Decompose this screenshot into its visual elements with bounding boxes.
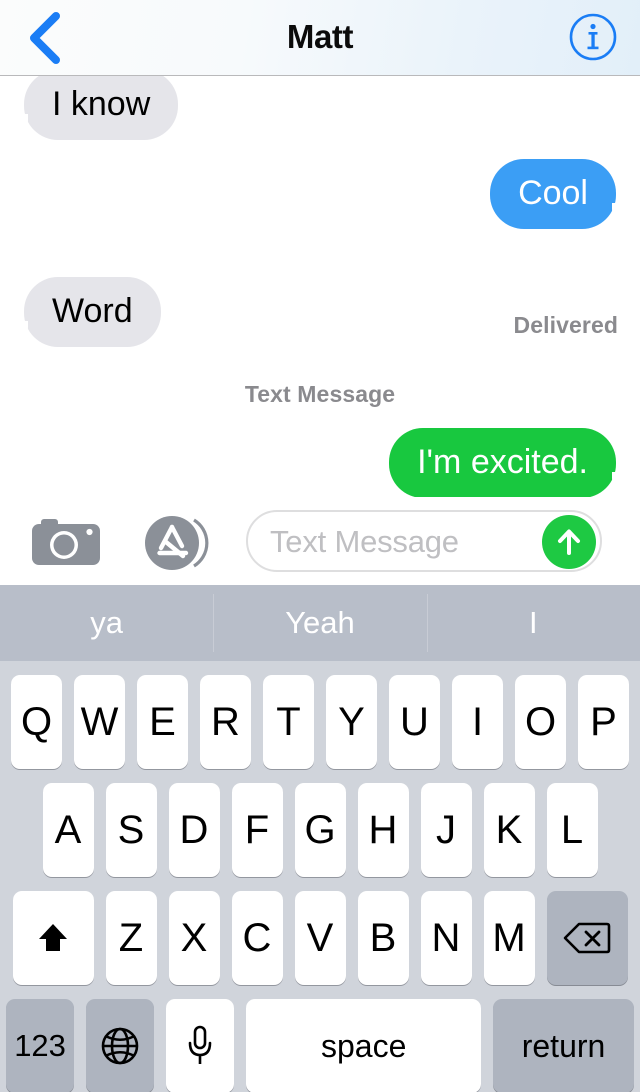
suggestion-item-2[interactable]: Yeah xyxy=(213,585,426,661)
key-e[interactable]: E xyxy=(137,675,188,769)
camera-button[interactable] xyxy=(29,513,103,569)
message-input-field[interactable]: Text Message xyxy=(246,510,602,572)
message-row-outgoing: Cool xyxy=(490,159,630,229)
shift-key[interactable] xyxy=(12,891,94,985)
key-w[interactable]: W xyxy=(74,675,125,769)
dictation-key[interactable] xyxy=(166,999,235,1092)
keyboard-row-4: 123 space return xyxy=(0,999,640,1092)
thread-divider-label: Text Message xyxy=(244,381,396,407)
message-row-incoming: Word xyxy=(10,277,161,347)
return-key[interactable]: return xyxy=(493,999,635,1092)
key-q[interactable]: Q xyxy=(11,675,62,769)
key-m[interactable]: M xyxy=(483,891,535,985)
app-store-button[interactable] xyxy=(140,512,212,574)
arrow-up-icon xyxy=(558,529,580,555)
message-input-placeholder: Text Message xyxy=(270,524,459,559)
space-key[interactable]: space xyxy=(246,999,482,1092)
predictive-suggestion-bar: ya Yeah I xyxy=(0,585,640,661)
numeric-keyboard-key[interactable]: 123 xyxy=(6,999,75,1092)
camera-icon xyxy=(32,519,100,565)
on-screen-keyboard: Q W E R T Y U I O P A S D F G H J K L Z … xyxy=(0,661,640,1092)
key-f[interactable]: F xyxy=(231,783,283,877)
message-bubble-outgoing-sms[interactable]: I'm excited. xyxy=(389,428,630,497)
key-o[interactable]: O xyxy=(515,675,566,769)
message-input-toolbar: Text Message xyxy=(0,497,640,585)
key-l[interactable]: L xyxy=(546,783,598,877)
key-i[interactable]: I xyxy=(452,675,503,769)
key-p[interactable]: P xyxy=(578,675,629,769)
message-row-outgoing: I'm excited. xyxy=(389,428,630,497)
key-b[interactable]: B xyxy=(357,891,409,985)
key-g[interactable]: G xyxy=(294,783,346,877)
key-s[interactable]: S xyxy=(105,783,157,877)
key-k[interactable]: K xyxy=(483,783,535,877)
key-t[interactable]: T xyxy=(263,675,314,769)
navigation-bar: Matt xyxy=(0,0,640,76)
key-x[interactable]: X xyxy=(168,891,220,985)
key-u[interactable]: U xyxy=(389,675,440,769)
keyboard-row-2: A S D F G H J K L xyxy=(0,783,640,877)
key-r[interactable]: R xyxy=(200,675,251,769)
key-c[interactable]: C xyxy=(231,891,283,985)
send-button[interactable] xyxy=(542,515,596,569)
keyboard-row-1: Q W E R T Y U I O P xyxy=(0,675,640,769)
keyboard-row-3: Z X C V B N M xyxy=(0,891,640,985)
backspace-delete-icon xyxy=(563,922,611,954)
app-store-icon xyxy=(145,516,209,570)
delete-key[interactable] xyxy=(546,891,628,985)
shift-arrow-up-icon xyxy=(39,924,67,951)
globe-language-icon xyxy=(101,1027,139,1065)
status-badge-delivered: Delivered xyxy=(513,312,618,338)
key-v[interactable]: V xyxy=(294,891,346,985)
message-bubble-outgoing-imessage[interactable]: Cool xyxy=(490,159,630,229)
message-thread[interactable]: I know Cool Delivered Word Text Message … xyxy=(0,76,640,497)
key-n[interactable]: N xyxy=(420,891,472,985)
key-h[interactable]: H xyxy=(357,783,409,877)
microphone-icon xyxy=(189,1025,212,1064)
message-bubble-incoming[interactable]: I know xyxy=(9,76,179,140)
page-title: Matt xyxy=(286,18,354,55)
key-a[interactable]: A xyxy=(42,783,94,877)
suggestion-item-1[interactable]: ya xyxy=(0,585,213,661)
message-bubble-incoming[interactable]: Word xyxy=(10,277,161,347)
key-d[interactable]: D xyxy=(168,783,220,877)
message-row-incoming: I know xyxy=(9,76,179,140)
suggestion-item-3[interactable]: I xyxy=(426,585,640,661)
info-circle-icon xyxy=(569,13,617,61)
key-z[interactable]: Z xyxy=(105,891,157,985)
messages-screen: Matt I know Cool Delivered Word Text Mes… xyxy=(0,0,640,1092)
key-y[interactable]: Y xyxy=(326,675,377,769)
key-j[interactable]: J xyxy=(420,783,472,877)
conversation-details-button[interactable] xyxy=(568,12,618,62)
globe-key[interactable] xyxy=(86,999,155,1092)
